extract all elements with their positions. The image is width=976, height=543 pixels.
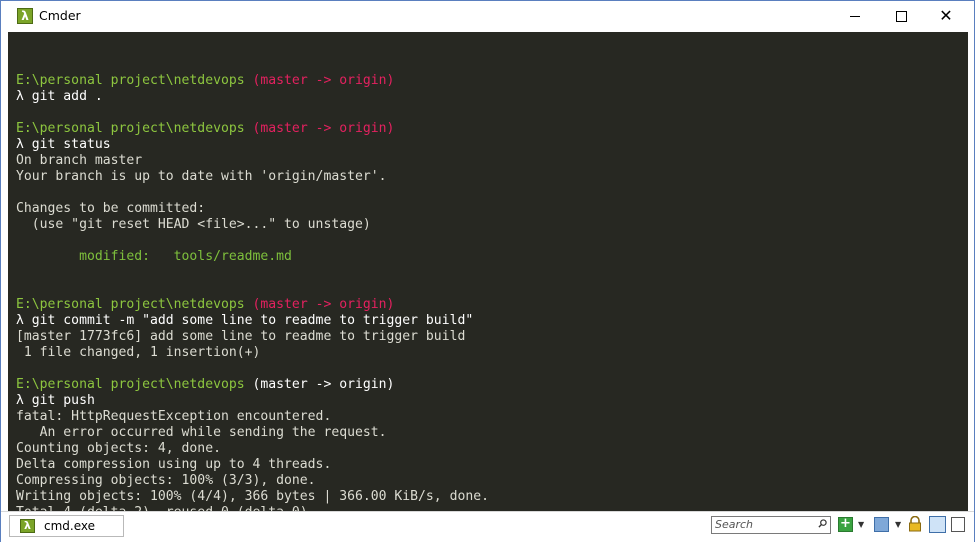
- panes-dropdown-icon[interactable]: ▼: [895, 520, 901, 538]
- search-placeholder: Search: [715, 518, 754, 531]
- console-line: Delta compression using up to 4 threads.: [16, 457, 489, 473]
- search-icon: [818, 519, 827, 528]
- git-branch-indicator: (master -> origin): [252, 297, 395, 312]
- status-bar: λ cmd.exe Search + ▼ ▼: [1, 511, 974, 542]
- search-input[interactable]: Search: [711, 516, 831, 534]
- console-line: λ git status: [16, 137, 489, 153]
- output-text: An error occurred while sending the requ…: [16, 425, 387, 440]
- maximize-icon: [895, 11, 907, 22]
- prompt-path: E:\personal project\netdevops: [16, 121, 245, 136]
- git-branch-indicator: (master -> origin): [252, 377, 395, 392]
- console-line: modified: tools/readme.md: [16, 249, 489, 265]
- output-text: Your branch is up to date with 'origin/m…: [16, 169, 387, 184]
- console-line: λ git push: [16, 393, 489, 409]
- console-line: fatal: HttpRequestException encountered.: [16, 409, 489, 425]
- console-tab[interactable]: λ cmd.exe: [9, 515, 124, 537]
- console-line: (use "git reset HEAD <file>..." to unsta…: [16, 217, 489, 233]
- git-branch-indicator: (master -> origin): [252, 121, 395, 136]
- command-text: λ git push: [16, 393, 95, 408]
- lambda-icon: λ: [20, 519, 35, 533]
- close-button[interactable]: ✕: [923, 1, 969, 32]
- output-text: Counting objects: 4, done.: [16, 441, 221, 456]
- prompt-line: E:\personal project\netdevops (master ->…: [16, 297, 489, 313]
- prompt-line: E:\personal project\netdevops (master ->…: [16, 73, 489, 89]
- output-text: modified: tools/readme.md: [16, 249, 292, 264]
- console-line: Counting objects: 4, done.: [16, 441, 489, 457]
- console-line: Your branch is up to date with 'origin/m…: [16, 169, 489, 185]
- console-line: Compressing objects: 100% (3/3), done.: [16, 473, 489, 489]
- console-line: Changes to be committed:: [16, 201, 489, 217]
- console-line: 1 file changed, 1 insertion(+): [16, 345, 489, 361]
- lock-icon[interactable]: [908, 516, 922, 532]
- prompt-line: E:\personal project\netdevops (master ->…: [16, 121, 489, 137]
- command-text: λ git add .: [16, 89, 103, 104]
- cmder-lambda-icon[interactable]: λ: [17, 8, 33, 24]
- console-text: E:\personal project\netdevops (master ->…: [16, 57, 489, 511]
- output-text: Compressing objects: 100% (3/3), done.: [16, 473, 316, 488]
- prompt-path: E:\personal project\netdevops: [16, 297, 245, 312]
- prompt-path: E:\personal project\netdevops: [16, 73, 245, 88]
- cmder-window: λ Cmder ✕ E:\personal project\netdevops …: [0, 0, 975, 542]
- output-text: [master 1773fc6] add some line to readme…: [16, 329, 466, 344]
- minimize-icon: [850, 16, 860, 17]
- output-text: Changes to be committed:: [16, 201, 206, 216]
- console-line: λ git add .: [16, 89, 489, 105]
- command-text: λ git status: [16, 137, 111, 152]
- console-line: On branch master: [16, 153, 489, 169]
- output-text: Writing objects: 100% (4/4), 366 bytes |…: [16, 489, 489, 504]
- console-output[interactable]: E:\personal project\netdevops (master ->…: [8, 32, 968, 511]
- output-text: 1 file changed, 1 insertion(+): [16, 345, 261, 360]
- prompt-path: E:\personal project\netdevops: [16, 377, 245, 392]
- prompt-line: E:\personal project\netdevops (master ->…: [16, 377, 489, 393]
- new-console-dropdown-icon[interactable]: ▼: [858, 520, 864, 538]
- git-branch-indicator: (master -> origin): [252, 73, 395, 88]
- tab-label: cmd.exe: [44, 519, 96, 533]
- output-text: fatal: HttpRequestException encountered.: [16, 409, 332, 424]
- title-bar[interactable]: λ Cmder ✕: [1, 1, 974, 32]
- output-text: (use "git reset HEAD <file>..." to unsta…: [16, 217, 371, 232]
- console-line: An error occurred while sending the requ…: [16, 425, 489, 441]
- console-list-icon[interactable]: [951, 517, 965, 532]
- console-line: λ git commit -m "add some line to readme…: [16, 313, 489, 329]
- split-view-icon[interactable]: [929, 516, 946, 533]
- console-line: Writing objects: 100% (4/4), 366 bytes |…: [16, 489, 489, 505]
- console-line: [master 1773fc6] add some line to readme…: [16, 329, 489, 345]
- window-title: Cmder: [39, 8, 81, 23]
- output-text: On branch master: [16, 153, 143, 168]
- panes-icon[interactable]: [874, 517, 889, 532]
- command-text: λ git commit -m "add some line to readme…: [16, 313, 474, 328]
- output-text: Delta compression using up to 4 threads.: [16, 457, 332, 472]
- close-icon: ✕: [939, 6, 953, 25]
- minimize-button[interactable]: [832, 1, 878, 32]
- maximize-button[interactable]: [878, 1, 924, 32]
- new-console-icon[interactable]: +: [838, 517, 853, 532]
